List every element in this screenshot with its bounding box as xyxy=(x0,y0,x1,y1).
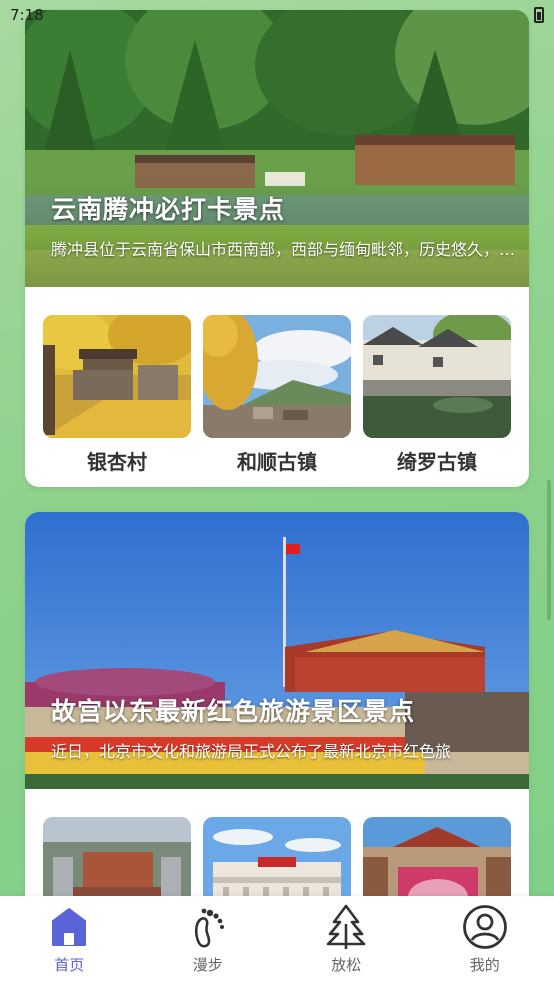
spot-list: 银杏村 和顺古镇 绮罗古镇 xyxy=(43,315,511,475)
status-icons xyxy=(534,7,544,23)
nav-label: 漫步 xyxy=(192,956,223,974)
spot-list xyxy=(43,817,511,896)
footprint-icon xyxy=(185,904,231,950)
spot-item[interactable] xyxy=(203,817,351,896)
scrollbar-thumb[interactable] xyxy=(547,480,551,620)
article-title: 故宫以东最新红色旅游景区景点 xyxy=(51,697,416,726)
article-title: 云南腾冲必打卡景点 xyxy=(51,195,286,224)
spot-item[interactable]: 银杏村 xyxy=(43,315,191,475)
spot-name: 和顺古镇 xyxy=(237,450,317,474)
spot-name: 绮罗古镇 xyxy=(397,450,477,474)
spot-item[interactable] xyxy=(363,817,511,896)
tree-icon xyxy=(323,904,369,950)
spot-image xyxy=(43,817,191,896)
status-time: 7:18 xyxy=(10,6,44,24)
spot-image xyxy=(203,315,351,438)
nav-label: 我的 xyxy=(469,956,500,974)
article-card[interactable]: 故宫以东最新红色旅游景区景点 近日，北京市文化和旅游局正式公布了最新北京市红色旅 xyxy=(25,512,529,896)
nav-item-walk[interactable]: 漫步 xyxy=(158,904,258,975)
home-icon xyxy=(46,904,92,950)
nav-item-home[interactable]: 首页 xyxy=(19,904,119,975)
article-card[interactable]: 云南腾冲必打卡景点 腾冲县位于云南省保山市西南部，西部与缅甸毗邻，历史悠久，人文… xyxy=(25,10,529,487)
profile-icon xyxy=(462,904,508,950)
article-description: 腾冲县位于云南省保山市西南部，西部与缅甸毗邻，历史悠久，人文荟萃 xyxy=(51,240,525,259)
spot-item[interactable]: 和顺古镇 xyxy=(203,315,351,475)
nav-item-relax[interactable]: 放松 xyxy=(296,904,396,975)
article-hero-image[interactable]: 故宫以东最新红色旅游景区景点 近日，北京市文化和旅游局正式公布了最新北京市红色旅 xyxy=(25,512,529,789)
spot-item[interactable] xyxy=(43,817,191,896)
article-description: 近日，北京市文化和旅游局正式公布了最新北京市红色旅 xyxy=(51,742,452,761)
nav-item-profile[interactable]: 我的 xyxy=(435,904,535,975)
spot-item[interactable]: 绮罗古镇 xyxy=(363,315,511,475)
nav-label: 首页 xyxy=(54,956,85,974)
spot-image xyxy=(203,817,351,896)
bottom-navigation: 首页 漫步 放松 我的 xyxy=(0,896,554,984)
feed-scroll-area[interactable]: 云南腾冲必打卡景点 腾冲县位于云南省保山市西南部，西部与缅甸毗邻，历史悠久，人文… xyxy=(0,0,554,896)
spot-image xyxy=(363,817,511,896)
nav-label: 放松 xyxy=(331,956,362,974)
battery-icon xyxy=(534,7,544,23)
article-hero-image[interactable]: 云南腾冲必打卡景点 腾冲县位于云南省保山市西南部，西部与缅甸毗邻，历史悠久，人文… xyxy=(25,10,529,287)
spot-name: 银杏村 xyxy=(87,450,147,474)
spot-image xyxy=(363,315,511,438)
status-bar: 7:18 xyxy=(0,0,554,30)
spot-image xyxy=(43,315,191,438)
